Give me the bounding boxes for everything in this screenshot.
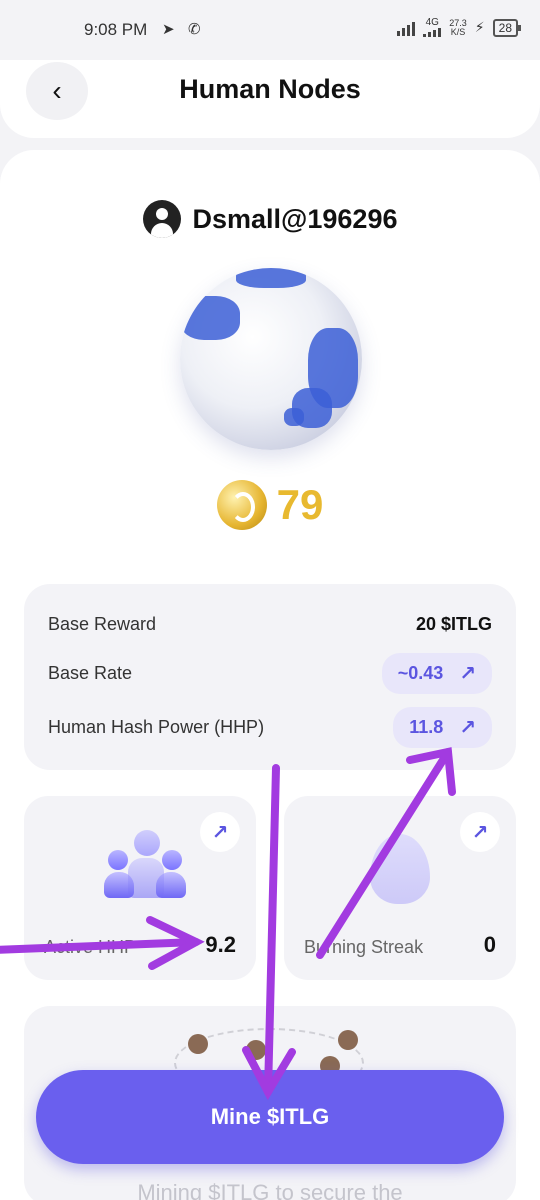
status-bar: 9:08 PM ➤ ✆ 4G 27.3 K/S ⚡ 28 [0,0,540,60]
flame-icon [370,834,430,904]
mine-button[interactable]: Mine $ITLG [36,1070,504,1164]
status-time: 9:08 PM [84,20,148,39]
globe-image [180,268,362,450]
signal-icon-2 [423,28,442,37]
mini-avatar [338,1030,358,1050]
arrow-up-right-icon[interactable]: ↗ [460,812,500,852]
base-rate-label: Base Rate [48,662,133,683]
user-row: Dsmall@196296 [0,200,540,238]
mini-avatar [246,1040,266,1060]
active-hhp-value: 9.2 [205,932,236,957]
battery-level: 28 [492,18,522,37]
score-value: 79 [276,481,324,528]
arrow-up-right-icon: ↗ [459,716,476,739]
base-rate-row: Base Rate ~0.43 ↗ [48,652,492,694]
header: ‹ Human Nodes [0,60,540,138]
speed-unit: K/S [450,26,466,37]
user-avatar-icon [142,200,181,238]
speed-indicator: 27.3 K/S [449,18,467,37]
score-row: 79 [0,480,540,530]
charging-icon: ⚡ [474,19,485,35]
mining-caption: Mining $ITLG to secure the [137,1180,403,1200]
base-rate-value: ~0.43 [397,662,444,683]
people-icon [104,830,194,900]
active-hhp-card[interactable]: ↗ Active HHP 9.2 [24,796,256,980]
arrow-up-right-icon: ↗ [459,662,476,685]
burning-streak-value: 0 [483,932,496,957]
mini-avatar [188,1034,208,1054]
network-indicator: 4G [423,17,442,37]
page-title: Human Nodes [179,74,361,104]
burning-streak-card[interactable]: ↗ Burning Streak 0 [284,796,516,980]
network-type: 4G [425,17,439,28]
hhp-row: Human Hash Power (HHP) 11.8 ↗ [48,706,492,748]
base-reward-label: Base Reward [48,613,157,634]
arrow-up-right-icon[interactable]: ↗ [200,812,240,852]
base-reward-value: 20 $ITLG [415,613,492,634]
burning-streak-label: Burning Streak [304,937,424,957]
coin-icon [216,480,267,530]
hhp-pill[interactable]: 11.8 ↗ [393,706,492,748]
status-indicators: 4G 27.3 K/S ⚡ 28 [397,17,522,37]
whatsapp-icon: ✆ [188,21,201,38]
username: Dsmall@196296 [192,203,398,234]
signal-icon [397,20,416,36]
base-rate-pill[interactable]: ~0.43 ↗ [381,652,492,694]
stats-card: Base Reward 20 $ITLG Base Rate ~0.43 ↗ H… [24,584,516,770]
active-hhp-label: Active HHP [44,937,137,957]
base-reward-row: Base Reward 20 $ITLG [48,606,492,642]
telegram-icon: ➤ [162,21,175,38]
hhp-label: Human Hash Power (HHP) [48,716,265,737]
hhp-value: 11.8 [409,716,444,737]
